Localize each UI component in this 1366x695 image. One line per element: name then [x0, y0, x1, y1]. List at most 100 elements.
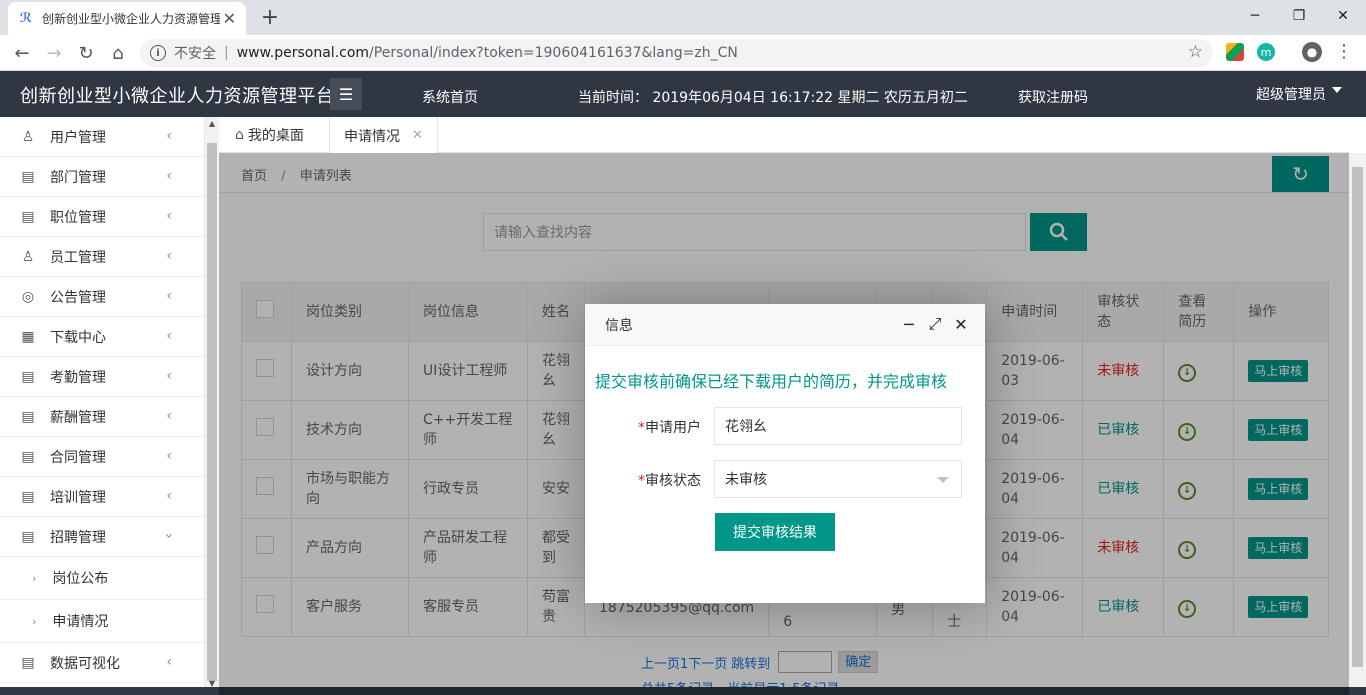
sidebar-item-label: 职位管理	[50, 209, 106, 226]
applicant-label-text: 申请用户	[645, 420, 701, 436]
sidebar-item-download[interactable]: ▦ 下载中心 ‹	[0, 317, 204, 357]
close-window-icon[interactable]: ✕	[1320, 0, 1366, 32]
nav-system-home[interactable]: 系统首页	[422, 87, 478, 107]
megaphone-icon: ◎	[21, 288, 35, 305]
reload-icon[interactable]: ↻	[74, 41, 98, 65]
sidebar-item-training[interactable]: ▤ 培训管理 ‹	[0, 477, 204, 517]
sidebar-item-label: 下载中心	[50, 329, 106, 346]
account-avatar-icon[interactable]: ●	[1302, 42, 1322, 62]
info-icon[interactable]: i	[150, 45, 166, 61]
document-icon: ▤	[21, 208, 35, 225]
current-time: 当前时间： 2019年06月04日 16:17:22 星期二 农历五月初二	[578, 90, 968, 106]
sidebar-item-position[interactable]: ▤ 职位管理 ‹	[0, 197, 204, 237]
back-arrow-icon[interactable]: ←	[10, 41, 34, 65]
sidebar-item-label: 数据可视化	[50, 655, 120, 672]
sidebar-item-notice[interactable]: ◎ 公告管理 ‹	[0, 277, 204, 317]
sidebar-item-label: 考勤管理	[50, 369, 106, 386]
document-icon: ▤	[21, 368, 35, 385]
sidebar-item-salary[interactable]: ▤ 薪酬管理 ‹	[0, 397, 204, 437]
chevron-left-icon: ‹	[166, 168, 172, 184]
document-icon: ▤	[21, 448, 35, 465]
document-icon: ▤	[21, 168, 35, 185]
forward-arrow-icon[interactable]: →	[42, 41, 66, 65]
home-icon[interactable]: ⌂	[106, 41, 130, 65]
applicant-field[interactable]: 花翎幺	[714, 407, 962, 445]
chevron-right-icon: ›	[32, 571, 37, 585]
chevron-left-icon: ‹	[166, 368, 172, 384]
page-scroll-thumb[interactable]	[1352, 167, 1363, 667]
status-select[interactable]: 未审核	[714, 460, 962, 498]
sidebar-item-attendance[interactable]: ▤ 考勤管理 ‹	[0, 357, 204, 397]
submit-audit-button[interactable]: 提交审核结果	[715, 513, 835, 551]
nav-get-register-code[interactable]: 获取注册码	[1018, 87, 1088, 107]
sidebar-item-label: 员工管理	[50, 249, 106, 266]
close-tab-icon[interactable]: ✕	[223, 9, 236, 28]
restore-window-icon[interactable]: ❐	[1276, 0, 1322, 32]
sidebar-item-label: 公告管理	[50, 289, 106, 306]
extension-m-icon[interactable]: m	[1257, 43, 1275, 61]
sidebar-scroll-thumb[interactable]	[207, 143, 217, 681]
sidebar: ♙ 用户管理 ‹ ▤ 部门管理 ‹ ▤ 职位管理 ‹ ♙ 员工管理 ‹ ◎ 公告…	[0, 117, 205, 695]
tab-label: 我的桌面	[247, 128, 304, 144]
sidebar-subitem-label: 岗位公布	[52, 571, 109, 587]
browser-tab-title: 创新创业型小微企业人力资源管理	[42, 12, 220, 26]
user-icon: ♙	[21, 128, 35, 145]
minimize-window-icon[interactable]: ─	[1232, 0, 1278, 32]
app-brand: 创新创业型小微企业人力资源管理平台	[20, 86, 335, 107]
sidebar-item-label: 用户管理	[50, 129, 106, 146]
minimize-icon[interactable]: ─	[899, 314, 919, 334]
dialog-title: 信息	[605, 317, 633, 334]
chevron-left-icon: ‹	[166, 654, 172, 670]
extension-colorful-icon[interactable]	[1226, 43, 1244, 61]
sidebar-subitem-applications[interactable]: › 申请情况	[0, 600, 204, 643]
chevron-left-icon: ‹	[166, 288, 172, 304]
new-tab-icon[interactable]: +	[258, 5, 282, 30]
document-icon: ▤	[21, 488, 35, 505]
browser-toolbar: ← → ↻ ⌂ i 不安全 | www.personal.com/Persona…	[0, 35, 1366, 71]
sidebar-item-label: 薪酬管理	[50, 409, 106, 426]
sidebar-item-recruit[interactable]: ▤ 招聘管理 ‹	[0, 517, 204, 557]
user-menu[interactable]: 超级管理员	[1256, 84, 1326, 104]
dialog-header: 信息 ─ ⤢ ✕	[585, 304, 985, 346]
app-header: 创新创业型小微企业人力资源管理平台 ☰ 系统首页 当前时间： 2019年06月0…	[0, 71, 1366, 117]
sidebar-item-contract[interactable]: ▤ 合同管理 ‹	[0, 437, 204, 477]
browser-tab[interactable]: ℛ 创新创业型小微企业人力资源管理 ✕	[8, 2, 246, 35]
tab-applications[interactable]: 申请情况 ✕	[329, 117, 438, 154]
close-icon[interactable]: ✕	[951, 314, 971, 334]
sidebar-subitem-job-publish[interactable]: › 岗位公布	[0, 557, 204, 600]
tab-my-desk[interactable]: ⌂ 我的桌面	[221, 117, 318, 153]
sidebar-subitem-label: 申请情况	[52, 614, 109, 630]
grid-icon: ▦	[21, 328, 35, 345]
sidebar-item-data-visualization[interactable]: ▤ 数据可视化 ‹	[0, 643, 204, 683]
scroll-up-icon[interactable]: ▲	[205, 119, 219, 133]
address-bar[interactable]: i 不安全 | www.personal.com/Personal/index?…	[140, 39, 1213, 67]
applicant-label: *申请用户	[625, 417, 701, 437]
status-select-value: 未审核	[725, 472, 767, 488]
caret-down-icon[interactable]	[1332, 87, 1342, 93]
audit-dialog: 信息 ─ ⤢ ✕ 提交审核前确保已经下载用户的简历，并完成审核 *申请用户 花翎…	[585, 304, 985, 603]
security-label: 不安全	[174, 46, 216, 62]
dialog-notice: 提交审核前确保已经下载用户的简历，并完成审核	[595, 372, 948, 391]
menu-toggle-icon[interactable]: ☰	[330, 78, 362, 110]
chevron-right-icon: ›	[32, 614, 37, 628]
status-label-text: 审核状态	[645, 473, 701, 489]
site-favicon-icon: ℛ	[19, 11, 33, 26]
sidebar-item-department[interactable]: ▤ 部门管理 ‹	[0, 157, 204, 197]
close-tab-icon[interactable]: ✕	[412, 128, 423, 143]
url-host: www.personal.com	[236, 45, 370, 61]
browser-menu-icon[interactable]: ⋮	[1334, 41, 1354, 62]
sidebar-item-employee[interactable]: ♙ 员工管理 ‹	[0, 237, 204, 277]
sidebar-item-user[interactable]: ♙ 用户管理 ‹	[0, 117, 204, 157]
chevron-left-icon: ‹	[166, 208, 172, 224]
chevron-left-icon: ‹	[166, 448, 172, 464]
document-icon: ▤	[21, 408, 35, 425]
chevron-left-icon: ‹	[166, 128, 172, 144]
sidebar-item-label: 部门管理	[50, 169, 106, 186]
sidebar-item-label: 合同管理	[50, 449, 106, 466]
page-scrollbar[interactable]	[1349, 153, 1366, 695]
bookmark-star-icon[interactable]: ☆	[1188, 42, 1203, 62]
maximize-icon[interactable]: ⤢	[925, 314, 945, 334]
url-text: www.personal.com/Personal/index?token=19…	[237, 45, 738, 61]
sidebar-scrollbar[interactable]: ▲ ▼	[205, 117, 219, 695]
home-icon: ⌂	[235, 127, 244, 143]
